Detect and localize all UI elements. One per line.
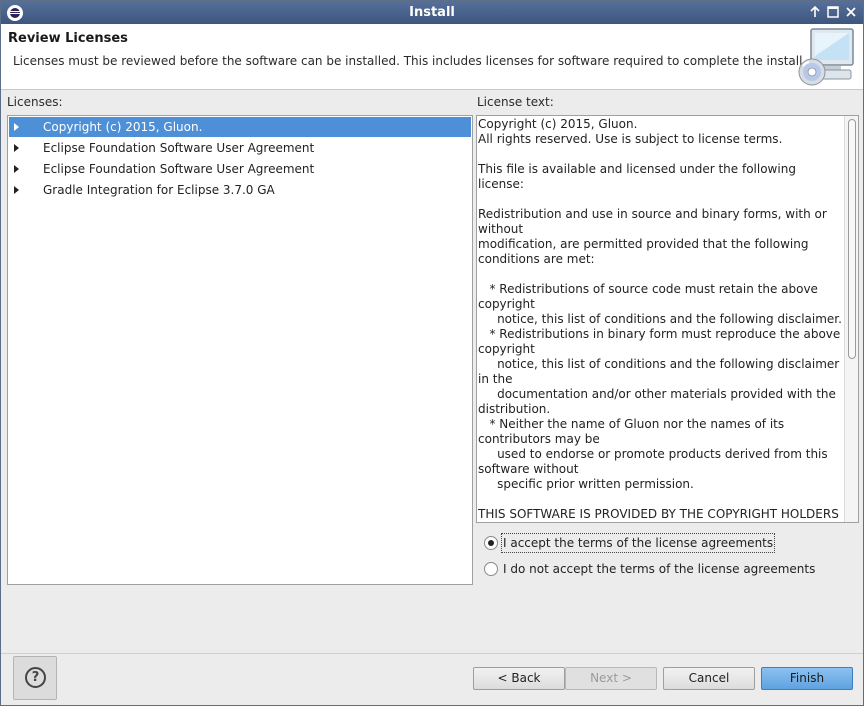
page-title: Review Licenses: [8, 31, 128, 46]
title-bar[interactable]: Install: [1, 1, 863, 24]
licenses-tree[interactable]: Copyright (c) 2015, Gluon. Eclipse Found…: [7, 115, 473, 585]
computer-cd-icon: [798, 28, 854, 86]
license-text-content: Copyright (c) 2015, Gluon. All rights re…: [478, 117, 842, 521]
tree-item-label: Eclipse Foundation Software User Agreeme…: [43, 141, 315, 155]
scrollbar-thumb[interactable]: [848, 119, 856, 359]
wizard-header: Review Licenses Licenses must be reviewe…: [1, 24, 863, 90]
accept-label[interactable]: I accept the terms of the license agreem…: [500, 533, 776, 553]
close-icon[interactable]: [843, 4, 859, 20]
finish-button[interactable]: Finish: [761, 667, 853, 690]
decline-radio[interactable]: [484, 562, 498, 576]
install-window: Install Review Licenses Licenses must be…: [0, 0, 864, 706]
maximize-up-icon[interactable]: [807, 4, 823, 20]
tree-item-eclipse-agreement[interactable]: Eclipse Foundation Software User Agreeme…: [9, 138, 471, 158]
next-button[interactable]: Next >: [565, 667, 657, 690]
footer-divider: [1, 653, 863, 654]
tree-item-label: Eclipse Foundation Software User Agreeme…: [43, 162, 315, 176]
license-text-area[interactable]: Copyright (c) 2015, Gluon. All rights re…: [476, 115, 859, 523]
licenses-label: Licenses:: [7, 95, 63, 109]
tree-item-eclipse-agreement[interactable]: Eclipse Foundation Software User Agreeme…: [9, 159, 471, 179]
page-description: Licenses must be reviewed before the sof…: [13, 54, 807, 68]
expand-arrow-icon[interactable]: [14, 123, 19, 131]
help-icon: ?: [25, 667, 46, 688]
back-button[interactable]: < Back: [473, 667, 565, 690]
tree-item-label: Copyright (c) 2015, Gluon.: [43, 120, 203, 134]
tree-item-gluon-license[interactable]: Copyright (c) 2015, Gluon.: [9, 117, 471, 137]
restore-icon[interactable]: [825, 4, 841, 20]
license-scrollbar[interactable]: [844, 116, 858, 522]
expand-arrow-icon[interactable]: [14, 165, 19, 173]
expand-arrow-icon[interactable]: [14, 144, 19, 152]
window-title: Install: [409, 5, 455, 20]
license-text-label: License text:: [477, 95, 554, 109]
cancel-button[interactable]: Cancel: [663, 667, 755, 690]
help-button[interactable]: ?: [13, 656, 57, 700]
tree-item-gradle-integration[interactable]: Gradle Integration for Eclipse 3.7.0 GA: [9, 180, 471, 200]
decline-label[interactable]: I do not accept the terms of the license…: [502, 560, 816, 578]
expand-arrow-icon[interactable]: [14, 186, 19, 194]
accept-radio[interactable]: [484, 536, 498, 550]
tree-item-label: Gradle Integration for Eclipse 3.7.0 GA: [43, 183, 275, 197]
